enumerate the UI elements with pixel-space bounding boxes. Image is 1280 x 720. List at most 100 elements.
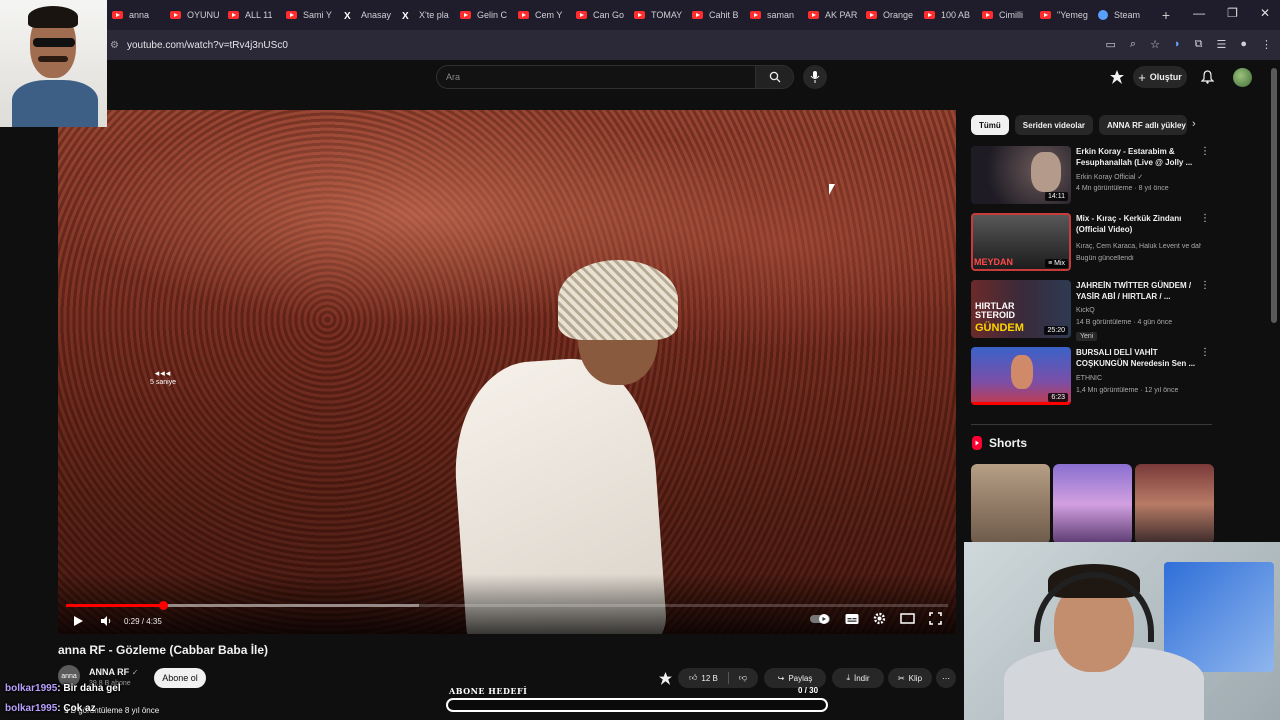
webcam-overlay-bottom <box>964 542 1280 720</box>
recommendation-title[interactable]: Mix - Kıraç - Kerkük Zindanı (Official V… <box>1076 213 1196 235</box>
youtube-header: Ara + Oluştur <box>0 60 1280 96</box>
fullscreen-icon[interactable] <box>929 612 942 625</box>
recommendation-title[interactable]: BURSALI DELİ VAHİT COŞKUNGÜN Neredesin S… <box>1076 347 1196 369</box>
recommendation-thumbnail[interactable]: HIRTLAR STEROID GÜNDEM 25:20 <box>971 280 1071 338</box>
scrubber-knob[interactable] <box>159 601 169 610</box>
webcam-sunglasses <box>33 38 75 47</box>
browser-tab[interactable]: Cahit B <box>684 1 742 29</box>
more-actions-button[interactable]: ⋯ <box>936 668 956 688</box>
webcam-person-hair <box>28 6 78 28</box>
dislike-icon[interactable]: 👎︎ <box>739 673 747 683</box>
chat-username: bolkar1995 <box>5 703 58 714</box>
subtitles-icon[interactable] <box>845 613 859 625</box>
download-button[interactable]: ⤓ İndir <box>832 668 884 688</box>
search-icon <box>769 71 780 83</box>
recommendation-thumbnail[interactable]: 6:23 <box>971 347 1071 405</box>
extension-star-icon[interactable] <box>1110 70 1124 84</box>
search-button[interactable] <box>755 66 793 88</box>
short-item[interactable] <box>1053 464 1132 544</box>
browser-tab[interactable]: Sami Y <box>278 1 336 29</box>
browser-tab[interactable]: OYUNU <box>162 1 220 29</box>
browser-tab[interactable]: Steam <box>1090 1 1148 29</box>
notifications-bell-icon[interactable] <box>1201 70 1214 84</box>
mix-icon: ≡ <box>1048 260 1053 267</box>
chevron-right-icon[interactable]: › <box>1192 118 1196 130</box>
browser-tab[interactable]: anna <box>104 1 162 29</box>
recommendation-title[interactable]: JAHREİN TWİTTER GÜNDEM / YASİR ABİ / HIR… <box>1076 280 1196 302</box>
chip-series[interactable]: Seriden videolar <box>1014 115 1094 135</box>
progress-bar[interactable] <box>66 601 948 610</box>
account-avatar[interactable] <box>1233 68 1252 87</box>
browser-menu-icon[interactable]: ⋮ <box>1261 38 1272 51</box>
scrollbar[interactable] <box>1271 68 1277 323</box>
url-text[interactable]: youtube.com/watch?v=tRv4j3nUSc0 <box>127 40 288 51</box>
webcam-person-shirt <box>12 80 98 127</box>
extensions-icon[interactable]: ⧉ <box>1195 38 1203 51</box>
browser-tab[interactable]: Cimilli <box>974 1 1032 29</box>
settings-gear-icon[interactable] <box>873 612 886 625</box>
channel-name[interactable]: ANNA RF ✓ <box>89 667 138 677</box>
browser-tab[interactable]: Cem Y <box>510 1 568 29</box>
browser-tab[interactable]: ALL 11 <box>220 1 278 29</box>
restore-icon[interactable]: ❐ <box>1227 6 1238 20</box>
browser-tab[interactable]: Gelin C <box>452 1 510 29</box>
recommendation-item[interactable]: HIRTLAR STEROID GÜNDEM 25:20 JAHREİN TWİ… <box>971 280 1216 342</box>
browser-tab[interactable]: Orange <box>858 1 916 29</box>
recommendation-meta: Bugün güncellendi <box>1076 255 1134 262</box>
recommendation-item[interactable]: 14:11 Erkin Koray - Estarabim & Fesuphan… <box>971 146 1216 208</box>
browser-tab[interactable]: X Anasay <box>336 1 394 29</box>
site-settings-icon[interactable]: ⚙ <box>110 40 119 51</box>
short-item[interactable] <box>971 464 1050 544</box>
address-bar-icons: ▭ ⌕ ☆ ◗ ⧉ ☰ ● ⋮ <box>1106 38 1273 51</box>
browser-tab[interactable]: saman <box>742 1 800 29</box>
close-icon[interactable]: ✕ <box>1260 6 1270 20</box>
play-icon[interactable] <box>72 615 84 627</box>
like-count[interactable]: 12 B <box>701 674 717 683</box>
browser-tab-label: X'te pla <box>419 10 449 20</box>
share-button[interactable]: ↪ Paylaş <box>764 668 826 688</box>
more-vertical-icon[interactable]: ⋮ <box>1200 347 1210 358</box>
omnibox[interactable]: ⚙ youtube.com/watch?v=tRv4j3nUSc0 <box>110 40 288 51</box>
browser-tab[interactable]: TOMAY <box>626 1 684 29</box>
browser-tab[interactable]: Can Go <box>568 1 626 29</box>
chip-all[interactable]: Tümü <box>971 115 1009 135</box>
new-tab-button[interactable]: + <box>1156 7 1176 23</box>
chip-uploader[interactable]: ANNA RF adlı yükley <box>1099 115 1188 135</box>
more-vertical-icon[interactable]: ⋮ <box>1200 213 1210 224</box>
like-divider <box>727 672 729 684</box>
recommendation-thumbnail[interactable]: 14:11 <box>971 146 1071 204</box>
extension-active-icon[interactable]: ◗ <box>1174 38 1181 51</box>
bookmark-star-icon[interactable]: ☆ <box>1150 38 1160 51</box>
clip-button[interactable]: ✂ Klip <box>888 668 932 688</box>
create-button[interactable]: + Oluştur <box>1133 66 1187 88</box>
browser-tab[interactable]: X X'te pla <box>394 1 452 29</box>
volume-icon[interactable] <box>100 615 112 627</box>
recommendation-thumbnail[interactable]: MEYDAN ≡ Mix <box>971 213 1071 271</box>
autoplay-toggle-icon[interactable] <box>809 613 831 625</box>
profile-icon[interactable]: ● <box>1240 38 1247 51</box>
more-vertical-icon[interactable]: ⋮ <box>1200 146 1210 157</box>
search-input[interactable]: Ara <box>446 72 755 82</box>
reading-list-icon[interactable]: ☰ <box>1216 38 1226 51</box>
recommendation-item[interactable]: 6:23 BURSALI DELİ VAHİT COŞKUNGÜN Nerede… <box>971 347 1216 409</box>
search-box[interactable]: Ara <box>436 65 794 89</box>
recommendation-title[interactable]: Erkin Koray - Estarabim & Fesuphanallah … <box>1076 146 1196 168</box>
theater-mode-icon[interactable] <box>900 613 915 624</box>
recommendation-item[interactable]: MEYDAN ≡ Mix Mix - Kıraç - Kerkük Zindan… <box>971 213 1216 275</box>
browser-tab[interactable]: "Yemeg <box>1032 1 1090 29</box>
minimize-icon[interactable]: — <box>1193 6 1205 20</box>
like-icon[interactable]: 👍︎ <box>689 673 697 683</box>
voice-search-button[interactable] <box>803 65 827 89</box>
zoom-icon[interactable]: ⌕ <box>1130 38 1136 51</box>
short-item[interactable] <box>1135 464 1214 544</box>
browser-tab[interactable]: 100 AB <box>916 1 974 29</box>
browser-tab[interactable]: AK PAR <box>800 1 858 29</box>
extension-star-icon-2[interactable] <box>659 672 672 685</box>
screen: anna OYUNU ALL 11 Sami Y X Anasay X X'te pla Gel… <box>0 0 1280 720</box>
subscribe-button[interactable]: Abone ol <box>154 668 206 688</box>
video-player[interactable]: ◂◂◂ 5 saniye 0:29 / 4:35 <box>58 110 956 634</box>
browser-tab-label: "Yemeg <box>1057 10 1088 20</box>
more-vertical-icon[interactable]: ⋮ <box>1200 280 1210 291</box>
install-app-icon[interactable]: ▭ <box>1106 38 1116 51</box>
channel-name-text[interactable]: ANNA RF <box>89 667 129 677</box>
